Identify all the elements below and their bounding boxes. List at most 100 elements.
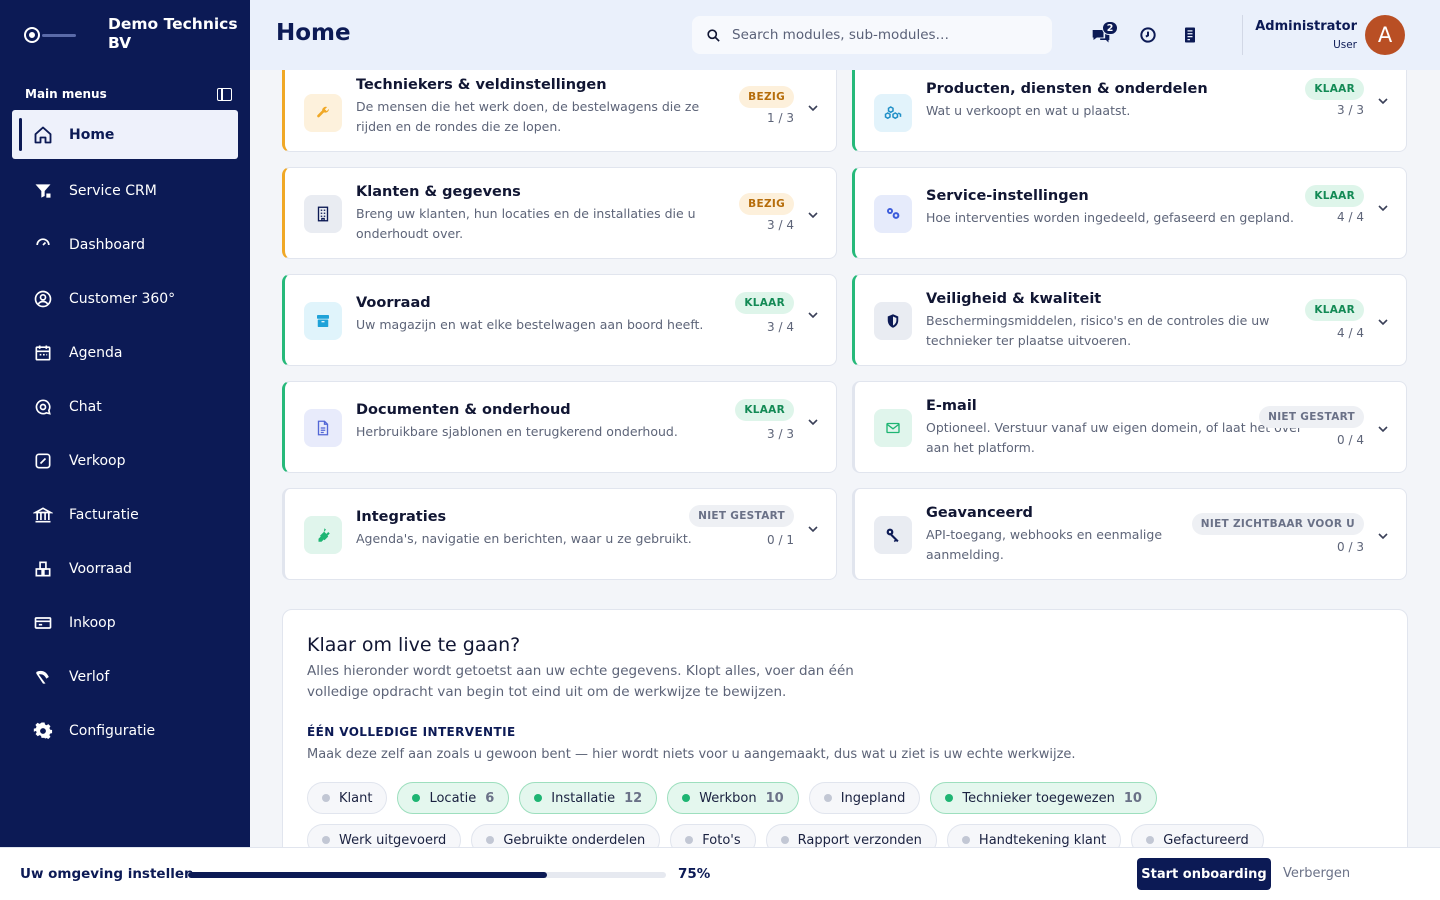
status-badge: NIET ZICHTBAAR VOOR U [1191,513,1364,535]
sidebar-item-agenda[interactable]: Agenda [12,326,238,380]
sidebar-item-verkoop[interactable]: Verkoop [12,434,238,488]
card-title: Techniekers & veldinstellingen [356,77,607,93]
card-klanten[interactable]: Klanten & gegevens Breng uw klanten, hun… [282,167,837,259]
search-icon [707,28,720,42]
user-circle-icon [32,288,54,310]
history-button[interactable] [1137,24,1159,46]
chevron-down-icon[interactable] [1377,316,1389,328]
step-chip[interactable]: Installatie 12 [519,782,658,814]
card-voorraad[interactable]: Voorraad Uw magazijn en wat elke bestelw… [282,274,837,366]
step-chip[interactable]: Werkbon 10 [667,782,799,814]
card-veiligheid[interactable]: Veiligheid & kwaliteit Beschermingsmidde… [852,274,1407,366]
chevron-down-icon[interactable] [807,209,819,221]
gears-icon [874,195,912,233]
step-label: Klant [339,790,373,806]
chevron-down-icon[interactable] [1377,95,1389,107]
sidebar-item-service-crm[interactable]: Service CRM [12,164,238,218]
step-label: Technieker toegewezen [962,790,1115,806]
building-icon [304,195,342,233]
sidebar: Demo Technics BV Main menus Home Service… [0,0,250,900]
progress-fill [188,872,547,878]
brand-logo [26,27,80,43]
step-chip[interactable]: Handtekening klant [946,824,1122,847]
sidebar-item-facturatie[interactable]: Facturatie [12,488,238,542]
avatar[interactable]: A [1365,15,1405,55]
card-email[interactable]: E-mail Optioneel. Verstuur vanaf uw eige… [852,381,1407,473]
status-dot [685,836,694,844]
sidebar-item-verlof[interactable]: Verlof [12,650,238,704]
sidebar-item-label: Configuratie [69,723,156,739]
calendar-icon [32,342,54,364]
sidebar-item-chat[interactable]: Chat [12,380,238,434]
card-producten[interactable]: Producten, diensten & onderdelen Wat u v… [852,70,1407,152]
sidebar-item-customer-360[interactable]: Customer 360° [12,272,238,326]
clock-icon [1140,27,1156,43]
progress-count: 0 / 4 [1337,433,1364,447]
step-chip[interactable]: Ingepland [808,782,921,814]
onboarding-title: Uw omgeving instellen [20,866,194,882]
hide-button[interactable]: Verbergen [1283,866,1350,881]
step-chip[interactable]: Gebruikte onderdelen [471,824,661,847]
chevron-down-icon[interactable] [807,523,819,535]
sidebar-item-label: Verlof [69,669,110,685]
progress-count: 3 / 3 [767,427,794,441]
card-title: Geavanceerd [926,505,1033,521]
card-service-instellingen[interactable]: Service-instellingen Hoe interventies wo… [852,167,1407,259]
status-dot [534,794,543,802]
step-chip[interactable]: Werk uitgevoerd [307,824,462,847]
step-chip[interactable]: Gefactureerd [1131,824,1264,847]
card-geavanceerd[interactable]: Geavanceerd API-toegang, webhooks en een… [852,488,1407,580]
wrench-icon [304,94,342,132]
card-desc: Breng uw klanten, hun locaties en de ins… [356,206,696,241]
step-chip[interactable]: Locatie 6 [397,782,510,814]
user-name[interactable]: Administrator [1255,19,1357,34]
status-dot [780,836,789,844]
status-dot [945,794,954,802]
chevron-down-icon[interactable] [1377,530,1389,542]
sidebar-item-home[interactable]: Home [12,110,238,159]
card-title: Klanten & gegevens [356,184,521,200]
sidebar-item-dashboard[interactable]: Dashboard [12,218,238,272]
chevron-down-icon[interactable] [807,309,819,321]
filter-icon [32,180,54,202]
sidebar-item-label: Service CRM [69,183,157,199]
status-badge: BEZIG [739,193,794,215]
sidebar-collapse-icon[interactable] [217,88,232,101]
step-label: Gefactureerd [1163,832,1249,848]
card-documenten[interactable]: Documenten & onderhoud Herbruikbare sjab… [282,381,837,473]
card-integraties[interactable]: Integraties Agenda's, navigatie en beric… [282,488,837,580]
card-techniekers[interactable]: Techniekers & veldinstellingen De mensen… [282,70,837,152]
search-input[interactable] [732,27,1032,43]
step-chip[interactable]: Technieker toegewezen 10 [930,782,1157,814]
chevron-down-icon[interactable] [1377,202,1389,214]
progress-count: 4 / 4 [1337,326,1364,340]
status-dot [682,794,691,802]
start-onboarding-button[interactable]: Start onboarding [1137,858,1271,890]
search-box[interactable] [692,16,1052,54]
mail-icon [874,409,912,447]
chat-button[interactable]: 2 [1090,21,1118,46]
status-dot [1146,836,1155,844]
top-header: Home 2 Administrator User A [250,0,1440,70]
sidebar-item-inkoop[interactable]: Inkoop [12,596,238,650]
key-icon [874,516,912,554]
brand[interactable]: Demo Technics BV [0,0,250,70]
chevron-down-icon[interactable] [807,102,819,114]
step-label: Locatie [429,790,477,806]
step-chip[interactable]: Foto's [670,824,756,847]
sidebar-item-configuratie[interactable]: Configuratie [12,704,238,758]
inventory-icon [32,558,54,580]
step-chip[interactable]: Rapport verzonden [765,824,937,847]
chevron-down-icon[interactable] [807,416,819,428]
archive-icon [304,302,342,340]
status-dot [322,794,330,802]
intervention-desc: Maak deze zelf aan zoals u gewoon bent —… [307,747,1076,762]
step-label: Werkbon [699,790,757,806]
file-icon [304,409,342,447]
step-chip[interactable]: Klant [307,782,388,814]
chevron-down-icon[interactable] [1377,423,1389,435]
page-title: Home [276,20,351,46]
documents-button[interactable] [1179,24,1201,46]
card-title: Service-instellingen [926,188,1089,204]
sidebar-item-voorraad[interactable]: Voorraad [12,542,238,596]
